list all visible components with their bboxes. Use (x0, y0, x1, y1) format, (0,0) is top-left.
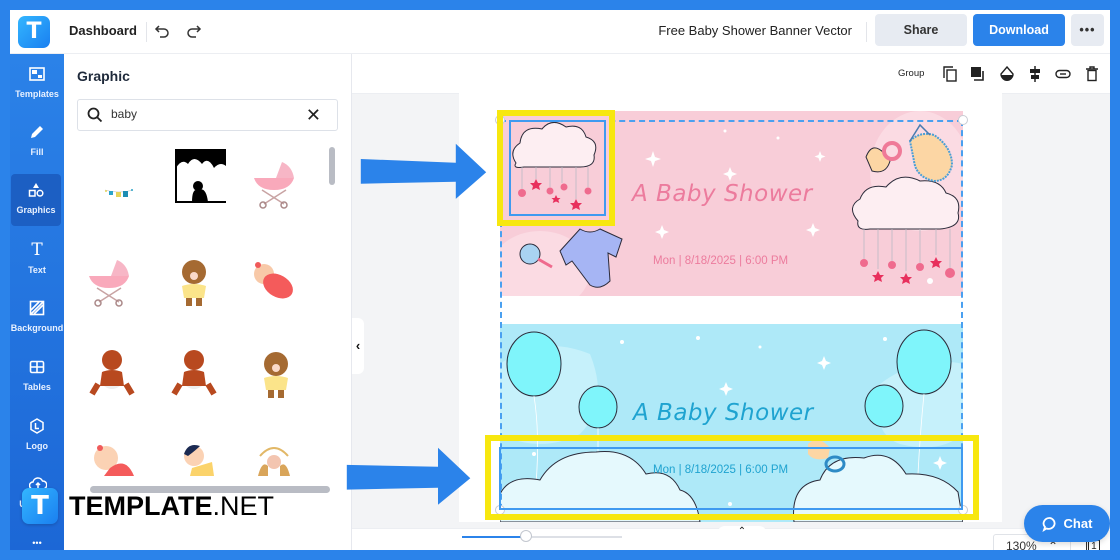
templates-icon (29, 66, 45, 82)
graphic-thumbnail[interactable] (166, 436, 226, 486)
pencil-icon (29, 124, 45, 140)
resize-handle[interactable] (495, 505, 505, 515)
graphic-thumbnail[interactable] (244, 156, 304, 216)
graphic-thumbnail[interactable] (244, 436, 304, 486)
undo-icon[interactable] (151, 20, 173, 42)
link-icon[interactable] (1055, 66, 1071, 82)
search-box: ✕ (77, 99, 338, 131)
graphic-thumbnail[interactable] (244, 254, 304, 314)
text-icon: T (31, 240, 43, 260)
banner-pink[interactable]: A Baby Shower Mon | 8/18/2025 | 6:00 PM (500, 111, 963, 296)
divider (866, 22, 867, 42)
layer-icon[interactable] (970, 66, 986, 82)
resize-handle[interactable] (958, 115, 968, 125)
zoom-slider-fill (462, 536, 526, 538)
template-net-watermark: T TEMPLATE.NET (22, 486, 274, 526)
sidebar-item-templates[interactable]: Templates (10, 58, 64, 110)
vertical-scrollbar[interactable] (329, 147, 335, 185)
clear-search-icon[interactable]: ✕ (306, 105, 321, 126)
sidebar-item-background[interactable]: Background (10, 292, 64, 344)
table-icon (29, 359, 45, 375)
search-icon (86, 106, 104, 124)
redo-icon[interactable] (183, 20, 205, 42)
divider (146, 22, 147, 42)
background-icon (29, 300, 45, 316)
graphic-thumbnail[interactable] (166, 346, 226, 406)
graphic-thumbnail[interactable] (246, 346, 306, 406)
sidebar-item-logo[interactable]: Logo (10, 410, 64, 462)
align-icon[interactable] (1027, 66, 1043, 82)
opacity-icon[interactable] (999, 66, 1015, 82)
search-input[interactable] (111, 107, 291, 121)
top-bar: T Dashboard Free Baby Shower Banner Vect… (10, 10, 1110, 54)
document-title[interactable]: Free Baby Shower Banner Vector (658, 23, 852, 38)
element-toolbar: Group (352, 54, 1110, 94)
shapes-icon (28, 182, 44, 198)
banner-title[interactable]: A Baby Shower (632, 181, 813, 207)
logo-icon (29, 418, 45, 434)
watermark-logo: T (22, 488, 58, 524)
sidebar-more-button[interactable]: ••• (10, 538, 64, 548)
graphic-thumbnail[interactable] (166, 146, 229, 206)
resize-handle[interactable] (495, 115, 505, 125)
graphic-thumbnail[interactable] (89, 164, 149, 224)
group-button[interactable]: Group (898, 68, 924, 79)
more-options-button[interactable]: ••• (1071, 14, 1104, 46)
editor-app: T Dashboard Free Baby Shower Banner Vect… (10, 10, 1110, 550)
pointer-arrow-icon (346, 447, 471, 505)
sidebar: Templates Fill Graphics T Text Backgroun… (10, 54, 64, 550)
banner-date[interactable]: Mon | 8/18/2025 | 6:00 PM (653, 464, 788, 476)
trash-icon[interactable] (1084, 66, 1100, 82)
expand-pages-button[interactable]: ⌃ (717, 526, 767, 538)
pointer-arrow-icon (360, 143, 487, 199)
collapse-panel-button[interactable]: ‹ (352, 318, 364, 374)
sidebar-item-text[interactable]: T Text (10, 234, 64, 286)
chat-bubble-icon (1041, 516, 1056, 532)
app-logo[interactable]: T (18, 16, 50, 48)
graphic-thumbnail[interactable] (84, 436, 144, 486)
dashboard-link[interactable]: Dashboard (69, 23, 137, 38)
banner-blue[interactable]: A Baby Shower Mon | 8/18/2025 | 6:00 PM (500, 324, 963, 522)
banner-title[interactable]: A Baby Shower (633, 400, 814, 426)
graphic-panel: Graphic ✕ (64, 54, 352, 550)
graphic-thumbnail[interactable] (84, 346, 144, 406)
graphic-thumbnail[interactable] (164, 254, 224, 314)
sidebar-item-tables[interactable]: Tables (10, 351, 64, 403)
share-button[interactable]: Share (875, 14, 967, 46)
graphics-grid (74, 146, 324, 486)
panel-title: Graphic (77, 68, 130, 84)
download-button[interactable]: Download (973, 14, 1065, 46)
sidebar-item-graphics[interactable]: Graphics (11, 174, 61, 226)
sidebar-item-fill[interactable]: Fill (10, 116, 64, 168)
chat-button[interactable]: Chat (1024, 505, 1110, 542)
graphic-thumbnail[interactable] (79, 254, 139, 314)
zoom-slider-thumb[interactable] (520, 530, 532, 542)
resize-handle[interactable] (958, 505, 968, 515)
duplicate-icon[interactable] (942, 66, 958, 82)
banner-date[interactable]: Mon | 8/18/2025 | 6:00 PM (653, 255, 788, 267)
